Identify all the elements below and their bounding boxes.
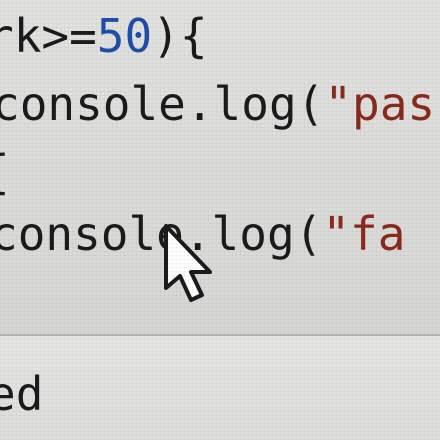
string-token: "pas xyxy=(324,77,436,131)
output-panel: ed xyxy=(0,336,440,440)
code-token: { xyxy=(0,145,10,199)
mouse-pointer-icon xyxy=(164,224,212,302)
string-token: "fa xyxy=(322,207,406,261)
code-line-1[interactable]: rk>=50){ xyxy=(0,8,208,64)
code-token: console.log( xyxy=(0,77,325,131)
code-editor-screen: rk>=50){ console.log("pas { console.log(… xyxy=(0,0,440,440)
code-line-3[interactable]: { xyxy=(0,144,10,200)
code-token: rk>= xyxy=(0,9,97,63)
code-token: ){ xyxy=(152,9,208,63)
number-token: 50 xyxy=(96,9,153,63)
output-text: ed xyxy=(0,367,44,421)
code-line-2[interactable]: console.log("pas xyxy=(0,76,435,132)
